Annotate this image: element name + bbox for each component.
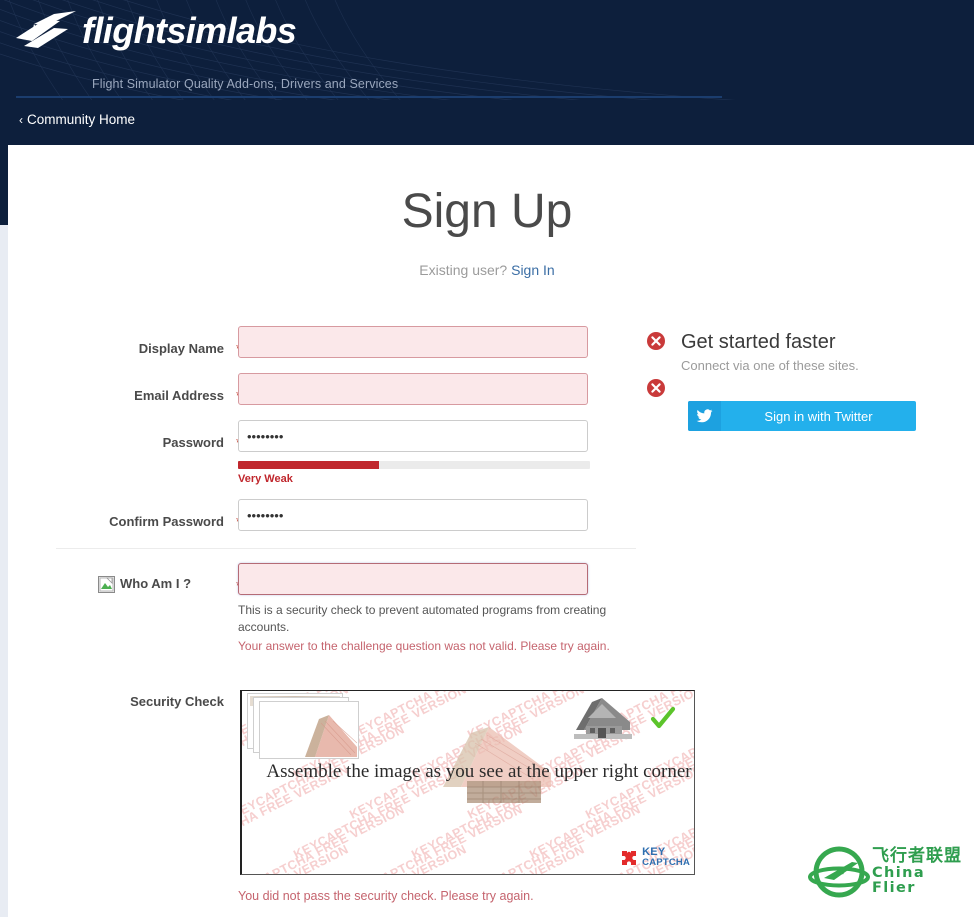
email-address-input[interactable] [238,373,588,405]
keycaptcha-widget[interactable]: KEYCAPTCHA FREE VERSION KEYCAPTCHA FREE V… [240,690,695,875]
keycaptcha-watermark: KEYCAPTCHA FREE VERSION [465,802,643,875]
password-label: Password [162,435,224,450]
display-name-label: Display Name [138,341,224,356]
display-name-error-icon [647,332,665,350]
whoami-error-text: Your answer to the challenge question wa… [238,639,610,653]
china-flier-cn-text: 飞行者联盟 [872,846,962,867]
keycaptcha-brand-text: KEY CAPTCHA [642,846,690,869]
sign-in-with-twitter-button[interactable]: Sign in with Twitter [688,401,916,431]
password-strength-meter [238,461,590,469]
captcha-roof-fragment [299,713,357,757]
china-flier-en-text: China Flier [872,864,926,897]
twitter-bird-icon [688,401,721,431]
keycaptcha-brand-line2: CAPTCHA [642,857,690,869]
password-strength-fill [238,461,379,469]
whoami-label-group: Who Am I ? [98,575,226,593]
puzzle-piece-icon [622,850,637,865]
confirm-password-label: Confirm Password [109,514,224,529]
password-strength-label: Very Weak [238,473,293,485]
whoami-label: Who Am I ? [120,576,192,591]
china-flier-watermark: 飞行者联盟 China Flier [808,843,964,901]
keycaptcha-watermark: KEYCAPTCHA FREE VERSION [409,842,587,874]
keycaptcha-brand: KEY CAPTCHA [619,846,690,869]
security-check-error-text: You did not pass the security check. Ple… [238,889,534,903]
broken-image-icon [98,576,115,593]
security-check-label: Security Check [130,694,224,709]
green-check-icon [650,706,676,729]
get-started-title: Get started faster [681,331,836,353]
signup-form: Display Name * Email Address * Password … [0,0,974,917]
signup-page: flightsimlabs Flight Simulator Quality A… [0,0,974,917]
email-address-label: Email Address [134,388,224,403]
password-input[interactable] [238,420,588,452]
captcha-piece-stack[interactable] [247,693,367,763]
china-flier-logo-icon [808,846,870,898]
keycaptcha-watermark: KEYCAPTCHA FREE VERSION [240,802,407,875]
keycaptcha-watermark: KEYCAPTCHA FREE VERSION [347,802,525,875]
email-address-error-icon [647,379,665,397]
captcha-piece[interactable] [259,701,359,759]
keycaptcha-watermark: KEYCAPTCHA FREE VERSION [242,842,351,874]
whoami-help-text: This is a security check to prevent auto… [238,603,607,634]
get-started-subtitle: Connect via one of these sites. [681,358,859,373]
china-flier-text: 飞行者联盟 China Flier [872,847,964,897]
confirm-password-input[interactable] [238,499,588,531]
keycaptcha-watermark: KEYCAPTCHA FREE VERSION [291,842,469,874]
display-name-input[interactable] [238,326,588,358]
form-section-divider [56,548,636,549]
captcha-target-thumbnail [574,698,632,739]
twitter-button-label: Sign in with Twitter [764,408,873,424]
whoami-input[interactable] [238,563,588,595]
captcha-prompt: Assemble the image as you see at the upp… [266,761,692,782]
